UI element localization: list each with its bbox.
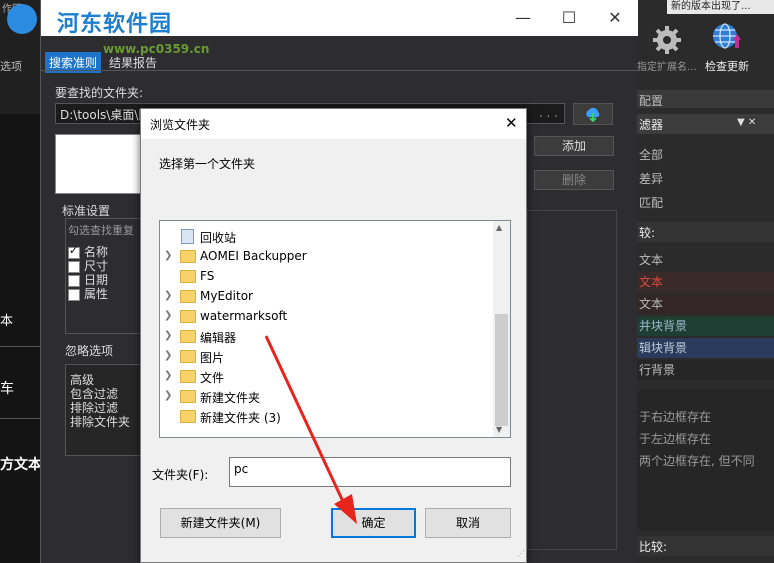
annotation-arrow [264, 335, 357, 524]
